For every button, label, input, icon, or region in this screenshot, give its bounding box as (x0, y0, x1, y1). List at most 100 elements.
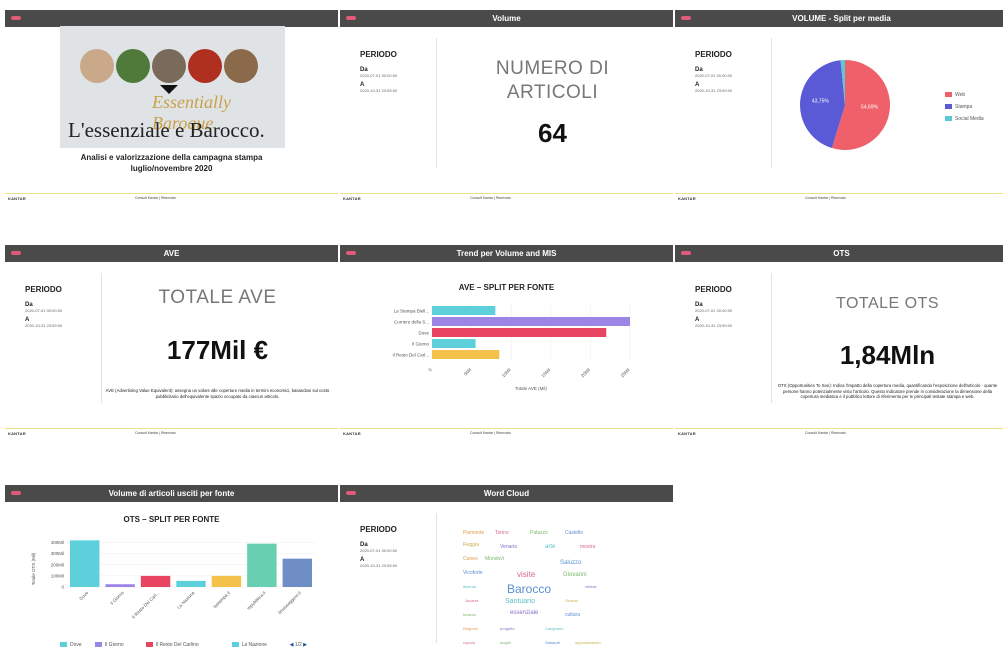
volume-header: Volume (340, 10, 673, 27)
cloud-word: visite (517, 570, 536, 579)
cloud-word: Saluzzo (560, 560, 582, 566)
periodo-title: PERIODO (360, 525, 397, 534)
divider (436, 513, 437, 643)
volume-header-title: Volume (492, 14, 521, 23)
footer-brand: KANTAR (678, 196, 696, 201)
cloud-word: Palazzo (530, 530, 548, 536)
y-tick-label-3: 300Mil (51, 551, 64, 556)
periodo-a-value: 2020-10-31 23:59:00 (695, 323, 733, 328)
bar-2 (432, 328, 607, 337)
periodo-panel: PERIODO Da 2020-07-01 00:00:00 A 2020-10… (360, 50, 430, 93)
bar-1 (432, 317, 630, 326)
divider (771, 38, 772, 168)
ots-split-bar-chart: 0 100Mil 200Mil 300Mil 400Mil Dove Il Giorno Il… (31, 540, 315, 620)
ave-split-chart-title: AVE – SPLIT PER FONTE (458, 283, 555, 292)
cloud-word: chiese (585, 584, 597, 589)
divider (771, 273, 772, 403)
ots-big-title: TOTALE OTS (835, 295, 940, 312)
cloud-word: luoghi (500, 640, 511, 645)
periodo-title: PERIODO (25, 285, 62, 294)
x-tick-label-5: 25Mil (620, 367, 631, 378)
cloud-word: progetto (500, 626, 515, 631)
legend-item-0[interactable]: Dove (60, 642, 82, 648)
footer-confidential: Consult Kantar | Riservato (470, 196, 511, 200)
legend-item-2[interactable]: Il Resto Del Carlino (145, 642, 199, 648)
cover-image: Essentially Baroque L'essenziale e Baroc… (60, 26, 285, 148)
footer-brand: KANTAR (343, 431, 361, 436)
ave-description: AVE (Advertising Value Equivalent): asse… (105, 388, 330, 399)
legend-swatch (231, 642, 239, 648)
legend-label: Social Media (955, 116, 984, 122)
footer-confidential: Consult Kantar | Riservato (135, 431, 176, 435)
legend-swatch (945, 116, 952, 122)
volume-fonte-slide: Volume di articoli usciti per fonte OTS … (5, 485, 338, 666)
legend-item-1[interactable]: Il Giorno (94, 642, 124, 648)
slide-footer: KANTAR Consult Kantar | Riservato (340, 428, 673, 438)
footer-confidential: Consult Kantar | Riservato (470, 431, 511, 435)
y-tick-label-0: 0 (61, 585, 64, 590)
cloud-word: Piemonte (463, 530, 485, 536)
category-label-0: Dove (78, 590, 89, 601)
legend-pager[interactable]: ◀ 1/2 ▶ (290, 642, 307, 648)
periodo-panel: PERIODO Da 2020-07-01 00:00:00 A 2020-10… (360, 525, 430, 568)
legend-label: Web (955, 92, 966, 98)
split-media-slide: VOLUME - Split per media PERIODO Da 2020… (675, 10, 1003, 203)
periodo-title: PERIODO (360, 50, 397, 59)
periodo-title: PERIODO (695, 50, 732, 59)
ave-header-title: AVE (163, 249, 180, 258)
cloud-word: Reggia (463, 542, 479, 548)
ots-split-chart-title: OTS – SPLIT PER FONTE (123, 515, 220, 524)
category-label-4: lastampa.it (212, 590, 231, 609)
chevron-right-icon[interactable]: ▶ (302, 642, 307, 648)
cover-subtitle-2: luglio/novembre 2020 (130, 164, 213, 173)
category-label-2: Dove (418, 331, 429, 336)
category-label-1: Corriere della S... (394, 320, 429, 325)
category-label-2: Il Resto Del Carl... (131, 590, 160, 619)
legend-swatch (145, 642, 153, 648)
periodo-panel: PERIODO Da 2020-07-01 00:00:00 A 2020-10… (25, 285, 95, 328)
cloud-word: itinerari (463, 584, 477, 589)
ave-split-bar-chart: 0 5Mil 10Mil 15Mil 20Mil 25Mil La Stampa Biell… (392, 303, 631, 391)
category-label-4: Il Resto Del Carl... (392, 353, 429, 358)
volume-slide: Volume PERIODO Da 2020-07-01 00:00:00 A … (340, 10, 673, 203)
cloud-word: Giovanni (563, 572, 587, 578)
cloud-word: cupola (463, 640, 475, 645)
x-tick-label-2: 10Mil (501, 367, 512, 378)
cloud-word: essenziale (510, 610, 539, 616)
bar-3 (176, 580, 206, 587)
cloud-word: Castello (565, 530, 584, 536)
bar-0 (70, 540, 100, 587)
category-label-5: repubblica.it (246, 590, 267, 611)
wordcloud-header-title: Word Cloud (483, 489, 530, 498)
periodo-da-value: 2020-07-01 00:00:00 (695, 73, 733, 78)
volume-fonte-header: Volume di articoli usciti per fonte (5, 485, 338, 502)
cloud-word: Mondovì (485, 556, 505, 562)
bar-6 (282, 558, 312, 587)
trend-slide: Trend per Volume and MIS AVE – SPLIT PER… (340, 245, 673, 438)
cloud-word: Cuneo (463, 556, 478, 562)
category-label-1: Il Giorno (109, 590, 125, 606)
x-tick-label-0: 0 (427, 367, 433, 373)
cover-circle-5 (224, 49, 258, 83)
cover-circle-1 (80, 49, 114, 83)
cloud-word: Venaria (500, 544, 517, 550)
periodo-title: PERIODO (695, 285, 732, 294)
legend-label: Il Resto Del Carlino (155, 642, 199, 648)
legend-swatch (945, 104, 952, 110)
legend-item-1: Stampa (945, 104, 972, 110)
legend-item-3[interactable]: La Nazione (231, 642, 267, 648)
ots-description: OTS (Opportunities To See): Indica l'imp… (777, 383, 998, 399)
periodo-panel: PERIODO Da 2020-07-01 00:00:00 A 2020-10… (695, 285, 765, 328)
slide-footer: KANTAR Consult Kantar | Riservato (5, 428, 338, 438)
pie-slice-label-0: 54,69% (861, 105, 879, 111)
footer-confidential: Consult Kantar | Riservato (805, 431, 846, 435)
cloud-word: Torino (495, 530, 509, 536)
bar-3 (432, 339, 476, 348)
bar-4 (432, 350, 500, 359)
slide-footer: KANTAR Consult Kantar | Riservato (340, 193, 673, 203)
x-axis-label: Totale AVE (Mil) (515, 386, 547, 391)
periodo-a-value: 2020-10-31 23:59:00 (360, 88, 398, 93)
legend-item-0: Web (945, 92, 965, 98)
ave-slide: AVE PERIODO Da 2020-07-01 00:00:00 A 202… (5, 245, 338, 438)
cloud-word: Carignano (545, 626, 564, 631)
